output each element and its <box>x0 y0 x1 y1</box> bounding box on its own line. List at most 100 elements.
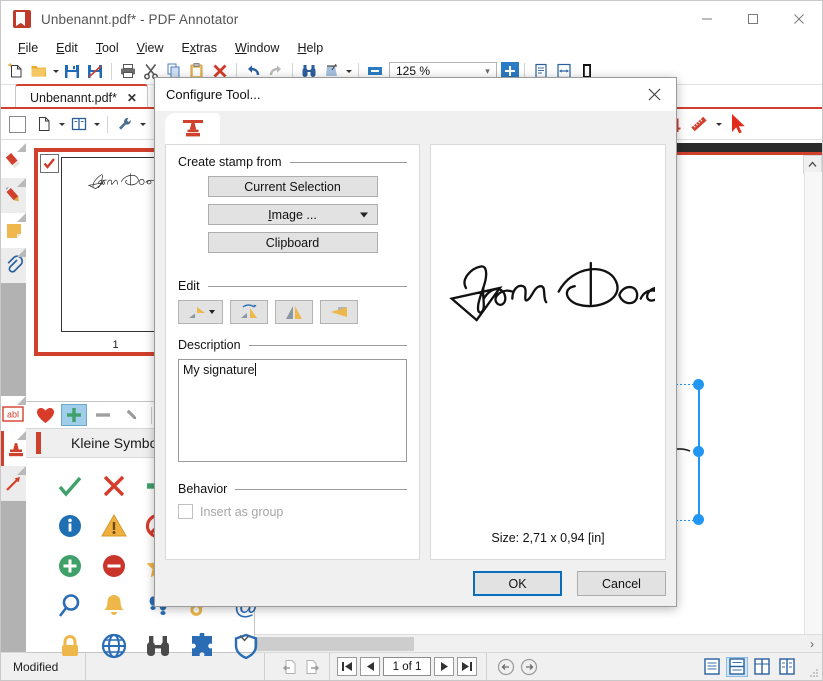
configure-tool-dialog: Configure Tool... Create stamp f <box>154 77 677 607</box>
select-all-checkbox[interactable] <box>9 116 26 133</box>
ok-button[interactable]: OK <box>473 571 562 596</box>
selection-handle-top-right[interactable] <box>693 379 704 390</box>
wrench-dropdown-icon[interactable] <box>138 113 147 135</box>
side-tab-arrow[interactable] <box>1 466 26 501</box>
create-stamp-from-group: Create stamp from <box>178 155 407 169</box>
image-button[interactable]: Image ... <box>208 204 378 225</box>
book-dropdown-icon[interactable] <box>92 113 101 135</box>
menu-help[interactable]: Help <box>288 39 332 57</box>
last-page-icon[interactable] <box>457 657 477 676</box>
remove-minus-icon[interactable] <box>90 404 116 426</box>
single-page-view-icon[interactable] <box>701 657 723 677</box>
resize-grip[interactable] <box>808 667 819 678</box>
previous-page-icon[interactable] <box>360 657 380 676</box>
group-rule <box>290 162 407 163</box>
warning-icon[interactable] <box>92 506 136 546</box>
next-page-icon[interactable] <box>434 657 454 676</box>
side-tab-text-box[interactable]: abl <box>1 396 26 431</box>
description-input[interactable]: My signature <box>178 359 407 462</box>
close-icon[interactable] <box>632 78 676 111</box>
continuous-view-icon[interactable] <box>726 657 748 677</box>
forward-icon[interactable] <box>519 657 539 676</box>
horizontal-scrollbar[interactable]: ‹ › <box>254 634 822 653</box>
stamp-preview-pane: Size: 2,71 x 0,94 [in] <box>430 144 666 560</box>
chevron-down-icon[interactable] <box>236 630 252 646</box>
toolbar-separator <box>107 116 108 133</box>
stamp-size-text: Size: 2,71 x 0,94 [in] <box>431 531 665 545</box>
ruler-icon[interactable] <box>688 113 710 135</box>
flip-vertical-button[interactable] <box>275 300 313 324</box>
recolor-button[interactable] <box>178 300 223 324</box>
magnifier-icon[interactable] <box>48 586 92 626</box>
add-plus-icon[interactable] <box>61 404 87 426</box>
zoom-level-value: 125 % <box>390 64 479 78</box>
menu-window[interactable]: Window <box>226 39 288 57</box>
new-document-icon[interactable] <box>5 60 27 82</box>
behavior-group: Behavior <box>178 482 407 496</box>
side-tab-highlighter[interactable] <box>1 143 26 178</box>
clipboard-button[interactable]: Clipboard <box>208 232 378 253</box>
book-view-icon[interactable] <box>776 657 798 677</box>
title-bar: Unbenannt.pdf* - PDF Annotator <box>1 1 822 37</box>
tools-expand-icon[interactable] <box>714 113 723 135</box>
menu-extras[interactable]: Extras <box>173 39 226 57</box>
save-icon[interactable] <box>61 60 83 82</box>
close-icon[interactable] <box>776 1 822 37</box>
page-icon[interactable] <box>33 113 55 135</box>
page-dropdown-icon[interactable] <box>57 113 66 135</box>
chevron-down-icon[interactable] <box>209 310 215 314</box>
chevron-down-icon[interactable] <box>360 212 368 217</box>
insert-as-group-checkbox[interactable] <box>178 504 193 519</box>
lock-icon[interactable] <box>48 626 92 666</box>
bell-icon[interactable] <box>92 586 136 626</box>
close-icon[interactable]: ✕ <box>127 91 137 105</box>
text-cursor <box>255 363 256 376</box>
side-tab-sticky-note[interactable] <box>1 213 26 248</box>
info-icon[interactable] <box>48 506 92 546</box>
page-checkbox[interactable] <box>40 154 59 173</box>
tab-stamp[interactable] <box>165 113 220 144</box>
current-selection-button[interactable]: Current Selection <box>208 176 378 197</box>
insert-as-group-row[interactable]: Insert as group <box>178 504 407 519</box>
minimize-icon[interactable] <box>684 1 730 37</box>
globe-icon[interactable] <box>92 626 136 666</box>
side-tab-stamp[interactable] <box>1 431 26 466</box>
favorite-heart-icon[interactable] <box>32 404 58 426</box>
rotate-button[interactable] <box>230 300 268 324</box>
rotate-icon <box>238 303 260 321</box>
save-as-icon[interactable] <box>84 60 106 82</box>
side-tab-paperclip[interactable] <box>1 248 26 283</box>
menu-tool[interactable]: Tool <box>87 39 128 57</box>
wrench-icon[interactable] <box>114 113 136 135</box>
open-dropdown-icon[interactable] <box>51 60 60 82</box>
first-page-icon[interactable] <box>337 657 357 676</box>
facing-view-icon[interactable] <box>751 657 773 677</box>
cancel-button[interactable]: Cancel <box>577 571 666 596</box>
menu-edit[interactable]: Edit <box>47 39 87 57</box>
check-icon[interactable] <box>48 466 92 506</box>
edit-pencil-icon[interactable] <box>119 404 145 426</box>
hscroll-track[interactable] <box>274 636 802 652</box>
back-icon[interactable] <box>496 657 516 676</box>
binoculars-icon[interactable] <box>136 626 180 666</box>
menu-file[interactable]: File <box>9 39 47 57</box>
selection-handle-bottom-right[interactable] <box>693 514 704 525</box>
flip-horizontal-button[interactable] <box>320 300 358 324</box>
book-icon[interactable] <box>68 113 90 135</box>
minus-circle-icon[interactable] <box>92 546 136 586</box>
side-tab-pencil[interactable] <box>1 178 26 213</box>
scroll-right-icon[interactable]: › <box>802 637 822 651</box>
vertical-scrollbar[interactable] <box>804 172 822 653</box>
menu-view[interactable]: View <box>128 39 173 57</box>
pointer-arrow-icon[interactable] <box>727 113 749 135</box>
page-indicator[interactable]: 1 of 1 <box>383 657 431 676</box>
open-folder-icon[interactable] <box>28 60 50 82</box>
next-view-icon[interactable] <box>302 657 322 676</box>
document-tab[interactable]: Unbenannt.pdf* ✕ <box>15 84 148 109</box>
maximize-icon[interactable] <box>730 1 776 37</box>
plus-circle-icon[interactable] <box>48 546 92 586</box>
puzzle-icon[interactable] <box>180 626 224 666</box>
prev-view-icon[interactable] <box>279 657 299 676</box>
cross-icon[interactable] <box>92 466 136 506</box>
print-icon[interactable] <box>117 60 139 82</box>
